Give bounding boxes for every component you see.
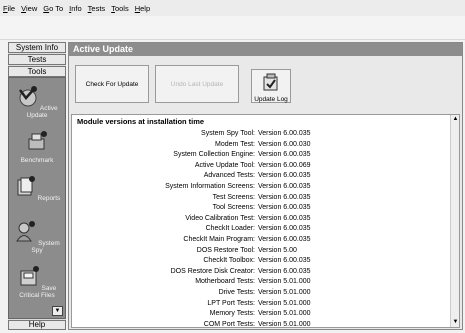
module-version: Version 6.00.035 [258,172,311,180]
module-name: Drive Tests: [218,288,255,296]
table-row: Video Calibration Test: Version 6.00.035 [72,214,450,225]
module-name: LPT Port Tests: [207,299,255,307]
table-row: Advanced Tests: Version 6.00.035 [72,171,450,182]
menu-view[interactable]: View [21,4,37,13]
save-critical-files-icon [20,266,39,286]
main-panel: Active Update Check For Update Undo Last… [68,42,463,330]
module-name: System Collection Engine: [173,151,255,159]
active-update-icon [19,86,38,107]
menu-tests[interactable]: Tests [88,4,106,13]
table-row: CheckIt Main Program: Version 6.00.035 [72,235,450,246]
tab-tools[interactable]: Tools [8,66,66,77]
table-row: Test Screens: Version 6.00.035 [72,193,450,204]
system-spy-icon [16,221,36,242]
table-row: DOS Restore Tool: Version 5.00 [72,246,450,257]
undo-last-update-button[interactable]: Undo Last Update [155,65,239,103]
module-name: System Spy Tool: [201,130,255,137]
module-version: Version 6.00.030 [258,140,311,148]
module-version: Version 6.00.035 [258,151,311,159]
reports-icon [17,176,35,196]
tab-system-info[interactable]: System Info [8,42,66,53]
module-name: Memory Tests: [209,310,255,318]
tool-system-spy[interactable]: System Spy [9,220,65,254]
module-name: CheckIt Main Program: [183,235,255,243]
menu-go-to[interactable]: Go To [43,4,63,13]
table-row: System Spy Tool: Version 6.00.035 [72,129,450,140]
vertical-scrollbar[interactable]: ▲ ▼ [450,115,459,327]
benchmark-icon [28,131,47,150]
tool-reports[interactable]: Reports [9,175,65,202]
tab-tests[interactable]: Tests [8,54,66,65]
table-row: DOS Restore Disk Creator: Version 6.00.03… [72,267,450,278]
module-name: COM Port Tests: [203,320,255,328]
tools-panel: Active Update Benchmark Reports System S… [8,77,66,319]
module-name: CheckIt Loader: [205,225,255,233]
module-version: Version 5.01.000 [258,288,311,296]
module-version: Version 6.00.035 [258,225,311,233]
table-row: System Information Screens: Version 6.00.… [72,182,450,193]
table-row: COM Port Tests: Version 5.01.000 [72,320,450,328]
module-name: DOS Restore Tool: [196,246,255,254]
menu-file[interactable]: File [3,4,15,13]
check-for-update-button[interactable]: Check For Update [75,65,149,103]
menu-info[interactable]: Info [69,4,82,13]
table-row: System Collection Engine: Version 6.00.03… [72,150,450,161]
scroll-up-arrow[interactable]: ▲ [452,116,459,123]
module-name: DOS Restore Disk Creator: [170,267,255,275]
module-name: System Information Screens: [165,182,255,190]
module-name: Test Screens: [212,193,255,201]
tool-benchmark[interactable]: Benchmark [9,130,65,164]
menu-bar: File View Go To Info Tests Tools Help [0,0,465,16]
module-version: Version 5.01.000 [258,320,311,328]
menu-help[interactable]: Help [135,4,150,13]
module-version: Version 6.00.035 [258,193,311,201]
module-name: Tool Screens: [212,204,255,212]
update-log-button[interactable]: Update Log [251,69,291,103]
scroll-down-arrow[interactable]: ▼ [452,319,459,326]
module-version: Version 6.00.035 [258,214,311,222]
table-row: Active Update Tool: Version 6.00.069 [72,161,450,172]
update-log-label: Update Log [254,96,288,103]
table-row: Motherboard Tests: Version 5.01.000 [72,277,450,288]
module-version: Version 6.00.035 [258,257,311,265]
module-name: Active Update Tool: [194,161,255,169]
module-version: Version 6.00.069 [258,161,311,169]
table-row: LPT Port Tests: Version 5.01.000 [72,299,450,310]
module-version: Version 5.01.000 [258,278,311,286]
module-name: CheckIt Toolbox: [203,257,255,265]
module-version: Version 6.00.035 [258,267,311,275]
table-row: Memory Tests: Version 5.01.000 [72,309,450,320]
table-row: Modem Test: Version 6.00.030 [72,140,450,151]
panel-title: Active Update [69,43,462,56]
module-version: Version 6.00.035 [258,130,311,137]
module-rows: System Spy Tool: Version 6.00.035 Modem Te… [72,129,450,328]
module-name: Advanced Tests: [203,172,255,180]
menu-tools[interactable]: Tools [111,4,129,13]
table-row: Drive Tests: Version 5.01.000 [72,288,450,299]
module-version: Version 5.01.000 [258,310,311,318]
module-version: Version 6.00.035 [258,182,311,190]
sidebar-scroll-down-button[interactable]: ▼ [52,306,63,316]
tab-help[interactable]: Help [8,320,66,330]
module-version: Version 6.00.035 [258,204,311,212]
module-version: Version 5.00 [258,246,297,254]
table-row: CheckIt Toolbox: Version 6.00.035 [72,256,450,267]
module-versions-list: Module versions at installation time Sys… [71,114,460,328]
sidebar: System Info Tests Tools Active Update Be… [8,42,66,330]
tool-save-critical-files[interactable]: Save Critical Files [9,265,65,299]
module-version: Version 5.01.000 [258,299,311,307]
toolbar-strip [0,16,465,40]
module-version: Version 6.00.035 [258,235,311,243]
module-name: Video Calibration Test: [185,214,255,222]
table-row: Tool Screens: Version 6.00.035 [72,203,450,214]
section-header: Module versions at installation time [77,117,205,126]
table-row: CheckIt Loader: Version 6.00.035 [72,224,450,235]
update-log-icon [263,73,278,91]
module-name: Motherboard Tests: [195,278,255,286]
tool-active-update[interactable]: Active Update [9,85,65,119]
module-name: Modem Test: [215,140,255,148]
